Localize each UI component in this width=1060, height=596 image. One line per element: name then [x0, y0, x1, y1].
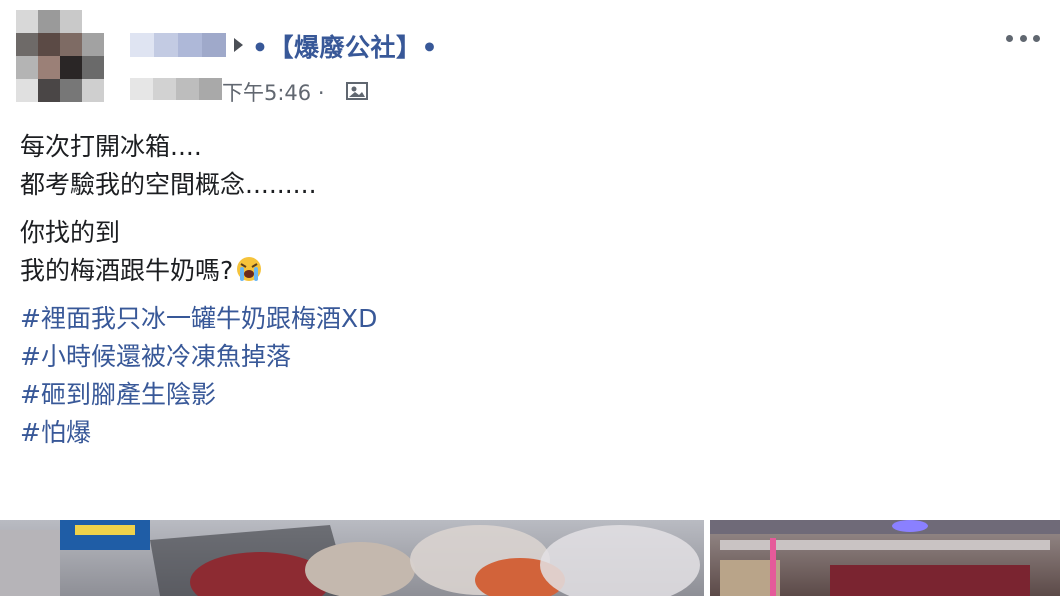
hashtag-link[interactable]: #怕爆: [20, 414, 1040, 452]
text-line: 你找的到: [20, 218, 121, 247]
question-text: 我的梅酒跟牛奶嗎?: [20, 256, 234, 285]
text-line: 都考驗我的空間概念.........: [20, 170, 317, 199]
paragraph-1: 每次打開冰箱.... 都考驗我的空間概念.........: [20, 128, 1040, 204]
hashtag-link[interactable]: #砸到腳產生陰影: [20, 376, 1040, 414]
loudly-crying-face-icon: [237, 257, 262, 281]
post-timestamp[interactable]: 下午5:46 ·: [222, 77, 325, 107]
text-line: 每次打開冰箱....: [20, 132, 202, 161]
author-name[interactable]: [130, 33, 226, 57]
date-blur: [130, 78, 222, 100]
group-name-link[interactable]: •【爆廢公社】•: [252, 28, 438, 64]
more-options-icon[interactable]: [1006, 28, 1040, 48]
photo-grid: [0, 520, 1060, 596]
text-line: 我的梅酒跟牛奶嗎?: [20, 252, 1040, 290]
fridge-photo-art: [0, 520, 700, 596]
fridge-photo-main[interactable]: [0, 520, 704, 596]
fridge-photo-side[interactable]: [710, 520, 1060, 596]
hashtag-link[interactable]: #裡面我只冰一罐牛奶跟梅酒XD: [20, 300, 1040, 338]
triangle-right-icon: [234, 38, 243, 52]
hashtag-link[interactable]: #小時候還被冷凍魚掉落: [20, 338, 1040, 376]
post-header: •【爆廢公社】• 下午5:46 ·: [0, 0, 1060, 110]
hashtag-list: #裡面我只冰一罐牛奶跟梅酒XD #小時候還被冷凍魚掉落 #砸到腳產生陰影 #怕爆: [20, 300, 1040, 452]
paragraph-2: 你找的到 我的梅酒跟牛奶嗎?: [20, 214, 1040, 290]
post-text: 每次打開冰箱.... 都考驗我的空間概念......... 你找的到 我的梅酒跟…: [20, 128, 1040, 462]
fridge-photo-side-art: [710, 520, 1060, 596]
public-photo-icon[interactable]: [346, 82, 368, 100]
avatar[interactable]: [16, 10, 104, 102]
